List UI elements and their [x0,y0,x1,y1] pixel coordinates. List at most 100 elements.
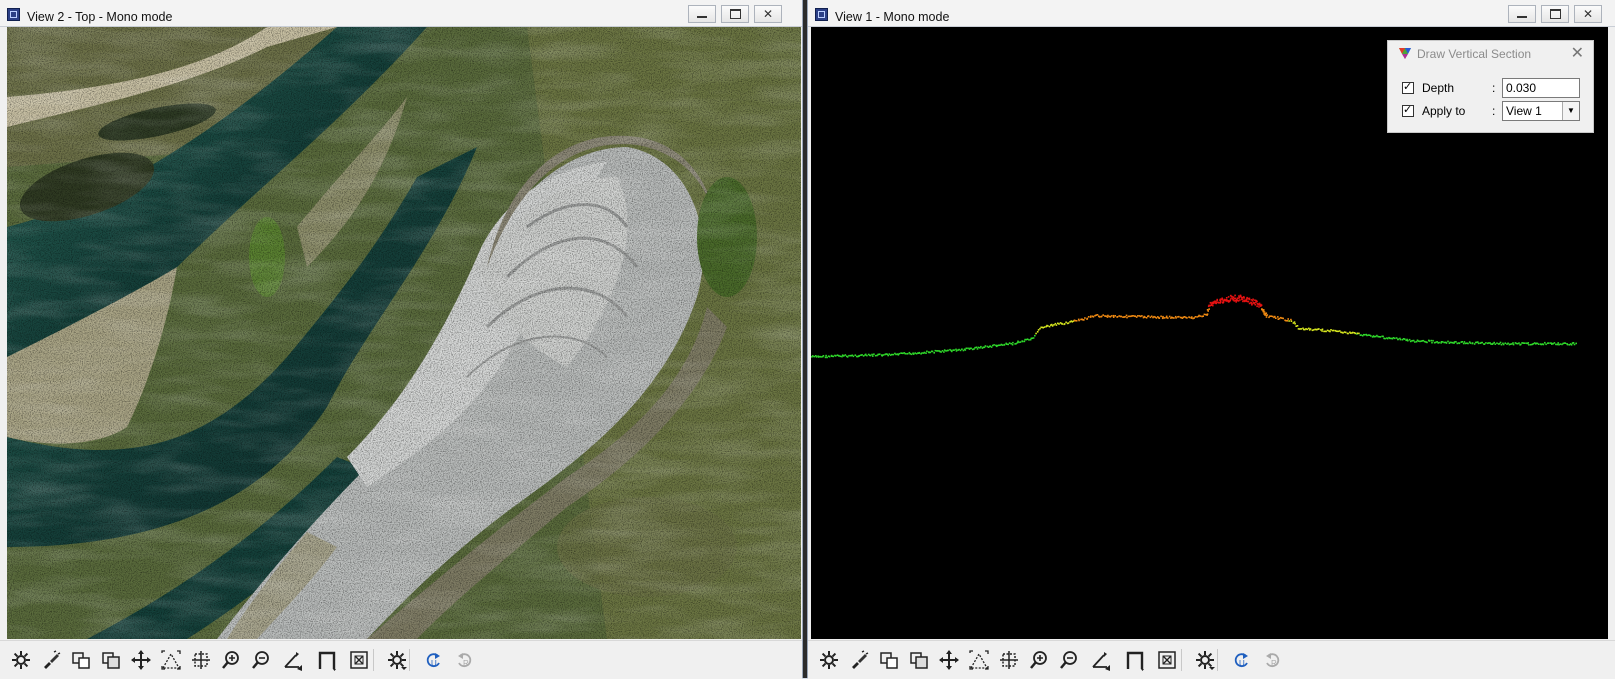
profile-point [824,356,827,359]
top-view-button[interactable] [1122,647,1148,673]
rotate-axes-button[interactable] [280,647,306,673]
profile-point [1469,342,1472,344]
profile-point [1496,342,1498,344]
profile-point [1175,317,1177,319]
copy-view-button[interactable] [876,647,902,673]
profile-point [1012,341,1014,344]
profile-point [1248,298,1251,301]
title-bar[interactable]: View 2 - Top - Mono mode ✕ [0,0,802,27]
pan-button[interactable] [936,647,962,673]
zoom-out-button[interactable] [248,647,274,673]
rotate-axes-button[interactable] [1088,647,1114,673]
profile-point [918,351,921,354]
profile-point [1226,299,1228,301]
copy-view-button[interactable] [68,647,94,673]
profile-point [931,350,934,353]
profile-point [925,352,927,354]
profile-point [1198,314,1200,317]
profile-point [940,351,942,353]
profile-point [975,346,978,349]
profile-point [1575,342,1577,345]
window-title: View 1 - Mono mode [835,10,950,24]
top-view-button[interactable] [314,647,340,673]
profile-point [1254,303,1257,306]
zoom-window-button[interactable] [996,647,1022,673]
profile-point [1332,329,1335,332]
profile-point [822,355,825,357]
title-bar[interactable]: View 1 - Mono mode ✕ [808,0,1615,27]
profile-point [1206,313,1209,315]
display-settings-button[interactable] [1192,647,1218,673]
profile-point [1132,315,1134,317]
fit-all-icon [350,651,368,669]
zoom-in-button[interactable] [218,647,244,673]
pan-icon [939,650,959,670]
zoom-window-button[interactable] [188,647,214,673]
profile-point [1473,343,1476,345]
apply-to-select[interactable]: View 1 ▼ [1502,101,1580,121]
minimize-button[interactable] [688,5,716,23]
paint-brush-button[interactable] [846,647,872,673]
minimize-button[interactable] [1508,5,1536,23]
zoom-out-button[interactable] [1056,647,1082,673]
depth-checkbox[interactable] [1402,80,1414,94]
dialog-close-button[interactable]: ✕ [1571,43,1584,63]
undo-view-button[interactable]: U [1228,647,1254,673]
profile-point [1219,301,1222,303]
profile-point [1238,295,1240,297]
chevron-down-icon[interactable]: ▼ [1562,102,1579,120]
profile-point [1120,315,1122,318]
profile-point [1449,341,1451,344]
profile-point [1232,296,1235,298]
pan-button[interactable] [128,647,154,673]
depth-input[interactable] [1502,78,1580,98]
profile-point [1220,298,1222,300]
close-button[interactable]: ✕ [754,5,782,23]
apply-to-checkbox[interactable] [1402,103,1414,117]
fit-view-button[interactable] [966,647,992,673]
toolbar-separator [409,649,410,671]
profile-point [912,353,915,355]
profile-point [1212,302,1215,305]
redo-view-button[interactable]: R [1260,647,1286,673]
profile-point [1263,309,1265,311]
profile-point [1032,337,1035,339]
display-settings-button[interactable] [384,647,410,673]
stack-views-button[interactable] [98,647,124,673]
profile-point [1019,341,1022,343]
fit-view-button[interactable] [158,647,184,673]
zoom-in-icon [222,651,239,669]
profile-point [1487,342,1490,344]
view-toolbar: UR [808,640,1615,679]
close-button[interactable]: ✕ [1574,5,1602,23]
profile-point [1483,343,1486,345]
redo-view-button[interactable]: R [452,647,478,673]
depth-row: Depth : [1402,78,1580,98]
toolbar-separator [373,649,374,671]
zoom-in-button[interactable] [1026,647,1052,673]
profile-point [834,355,837,357]
profile-point [1035,332,1037,335]
close-icon: ✕ [762,7,774,21]
copy-view-icon [72,652,90,669]
profile-point [1237,297,1239,299]
top-view-viewport[interactable] [7,27,801,639]
profile-point [1145,317,1148,319]
undo-view-button[interactable]: U [420,647,446,673]
profile-point [970,347,972,350]
profile-point [1270,315,1273,317]
stack-views-button[interactable] [906,647,932,673]
fit-all-button[interactable] [1154,647,1180,673]
maximize-button[interactable] [721,5,749,23]
maximize-button[interactable] [1541,5,1569,23]
settings-button[interactable] [8,647,34,673]
profile-point [1116,316,1119,318]
profile-point [1293,321,1296,323]
profile-point [825,354,827,357]
settings-button[interactable] [816,647,842,673]
svg-text:R: R [463,659,469,668]
paint-brush-button[interactable] [38,647,64,673]
profile-point [869,354,872,357]
profile-point [1477,342,1480,345]
fit-all-button[interactable] [346,647,372,673]
